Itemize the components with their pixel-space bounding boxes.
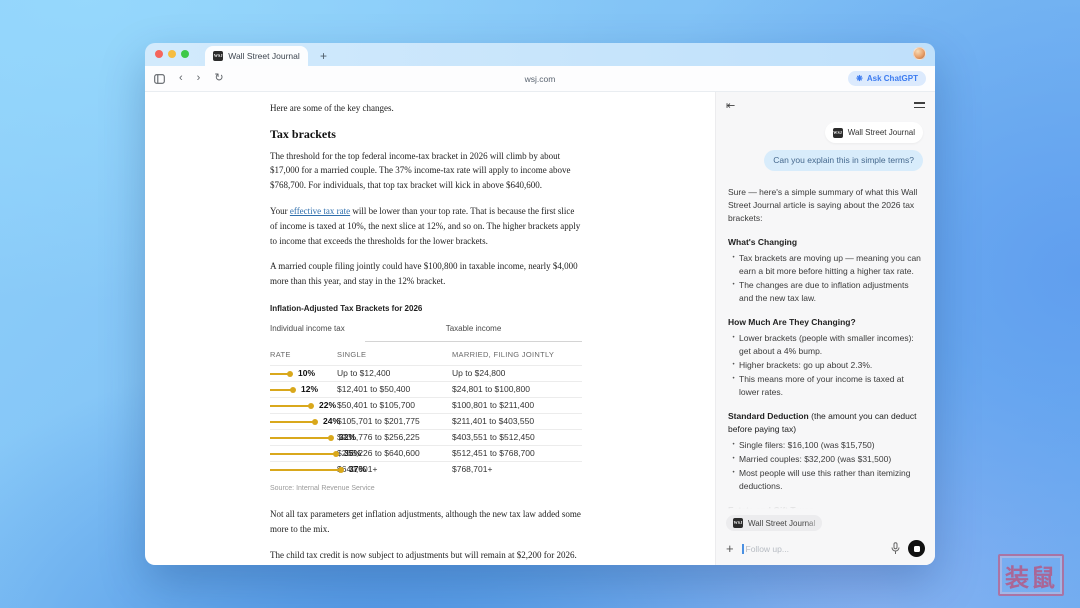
- stop-icon: [913, 545, 920, 552]
- minimize-button[interactable]: [168, 50, 176, 58]
- rate-bar: [270, 450, 339, 456]
- bullet-item: Lower brackets (people with smaller inco…: [728, 332, 923, 358]
- table-row: 32% $201,776 to $256,225 $403,551 to $51…: [270, 429, 582, 445]
- bullet-item: Most people will use this rather than it…: [728, 467, 923, 493]
- assistant-section: Standard Deduction (the amount you can d…: [728, 410, 923, 493]
- assistant-message: Sure — here's a simple summary of what t…: [728, 186, 923, 509]
- tab-title: Wall Street Journal: [228, 51, 300, 61]
- wsj-icon: WSJ: [733, 518, 743, 528]
- rate-bar: [270, 418, 318, 424]
- article-paragraph-4: Not all tax parameters get inflation adj…: [270, 509, 581, 534]
- user-avatar[interactable]: [913, 47, 926, 60]
- panel-toggle-button[interactable]: [154, 73, 165, 84]
- table-row: 37% $640,601+ $768,701+: [270, 461, 582, 477]
- table-row: 24% $105,701 to $201,775 $211,401 to $40…: [270, 413, 582, 429]
- col-header-rate: RATE: [270, 349, 291, 359]
- effective-tax-rate-link[interactable]: effective tax rate: [290, 206, 350, 216]
- rate-bar: [270, 402, 314, 408]
- panel-icon: [154, 73, 165, 84]
- article-pane: Here are some of the key changes. Tax br…: [145, 92, 715, 565]
- collapse-sidebar-button[interactable]: ⇤: [726, 99, 735, 112]
- follow-up-input[interactable]: Follow up...: [746, 544, 892, 554]
- user-message-bubble: Can you explain this in simple terms?: [764, 150, 923, 171]
- table-group-right: Taxable income: [365, 322, 582, 342]
- article-paragraph-5: The child tax credit is now subject to a…: [270, 549, 577, 560]
- wsj-icon: WSJ: [832, 127, 843, 138]
- rate-bar: [270, 434, 334, 440]
- col-header-married: MARRIED, FILING JOINTLY: [452, 349, 555, 359]
- chat-scroll-area[interactable]: WSJ Wall Street Journal Can you explain …: [716, 118, 935, 509]
- assistant-section: What's Changing Tax brackets are moving …: [728, 236, 923, 305]
- bullet-item: Tax brackets are moving up — meaning you…: [728, 252, 923, 278]
- table-title: Inflation-Adjusted Tax Brackets for 2026: [270, 303, 423, 313]
- bullet-item: This means more of your income is taxed …: [728, 373, 923, 399]
- browser-toolbar: ‹ › ↻ wsj.com ❋ Ask ChatGPT: [145, 66, 935, 92]
- browser-window: WSJ Wall Street Journal + ‹ › ↻ wsj.com …: [145, 43, 935, 565]
- tab-bar: WSJ Wall Street Journal +: [145, 43, 935, 66]
- chat-input-area: WSJ Wall Street Journal + Follow up...: [716, 509, 935, 565]
- new-tab-button[interactable]: +: [320, 50, 327, 62]
- table-source: Source: Internal Revenue Service: [270, 485, 375, 493]
- section-heading: Standard Deduction (the amount you can d…: [728, 411, 917, 434]
- wsj-favicon-icon: WSJ: [213, 51, 224, 61]
- watermark-stamp: 装鼠: [998, 554, 1064, 596]
- ask-chatgpt-button[interactable]: ❋ Ask ChatGPT: [848, 71, 926, 86]
- chatgpt-sidebar: ⇤ WSJ Wall Street Journal Can you explai…: [715, 92, 935, 565]
- section-heading: How Much Are They Changing?: [728, 317, 856, 327]
- ask-chatgpt-label: Ask ChatGPT: [866, 74, 918, 83]
- traffic-lights: [155, 43, 189, 66]
- close-button[interactable]: [155, 50, 163, 58]
- forward-button[interactable]: ›: [197, 73, 201, 84]
- maximize-button[interactable]: [181, 50, 189, 58]
- article-paragraph-1: The threshold for the top federal income…: [270, 150, 571, 191]
- rate-bar: [270, 466, 344, 472]
- article-intro: Here are some of the key changes.: [270, 103, 394, 113]
- bullet-item: Single filers: $16,100 (was $15,750): [728, 439, 923, 452]
- section-heading: What's Changing: [728, 237, 798, 247]
- bullet-item: Married couples: $32,200 (was $31,500): [728, 453, 923, 466]
- table-row: 22% $50,401 to $105,700 $100,801 to $211…: [270, 397, 582, 413]
- sidebar-header: ⇤: [716, 92, 935, 118]
- table-row: 10% Up to $12,400 Up to $24,800: [270, 365, 582, 381]
- assistant-intro: Sure — here's a simple summary of what t…: [728, 187, 918, 223]
- bullet-item: The changes are due to inflation adjustm…: [728, 279, 923, 305]
- source-chip[interactable]: WSJ Wall Street Journal: [824, 122, 923, 143]
- text-cursor: [742, 543, 744, 554]
- col-header-single: SINGLE: [337, 349, 367, 359]
- article-paragraph-2: Your effective tax rate will be lower th…: [270, 205, 581, 246]
- rate-bar: [270, 386, 296, 392]
- assistant-section: How Much Are They Changing? Lower bracke…: [728, 316, 923, 399]
- rate-bar: [270, 370, 293, 376]
- table-group-left: Individual income tax: [270, 323, 345, 333]
- heading-tax-brackets: Tax brackets: [270, 126, 336, 141]
- back-button[interactable]: ‹: [179, 73, 183, 84]
- menu-icon[interactable]: [914, 102, 925, 108]
- table-row: 35% $256,226 to $640,600 $512,451 to $76…: [270, 445, 582, 461]
- article-paragraph-3: A married couple filing jointly could ha…: [270, 261, 578, 287]
- tax-brackets-table: Inflation-Adjusted Tax Brackets for 2026…: [270, 302, 582, 497]
- bullet-item: Higher brackets: go up about 2.3%.: [728, 359, 923, 372]
- browser-tab[interactable]: WSJ Wall Street Journal: [205, 46, 308, 66]
- mic-icon[interactable]: [891, 542, 900, 555]
- attach-button[interactable]: +: [726, 541, 742, 556]
- table-row: 12% $12,401 to $50,400 $24,801 to $100,8…: [270, 381, 582, 397]
- chatgpt-logo-icon: ❋: [856, 74, 863, 83]
- voice-stop-button[interactable]: [908, 540, 925, 557]
- reload-button[interactable]: ↻: [214, 73, 223, 84]
- bottom-source-chip[interactable]: WSJ Wall Street Journal: [726, 515, 823, 531]
- address-bar[interactable]: wsj.com: [525, 74, 556, 84]
